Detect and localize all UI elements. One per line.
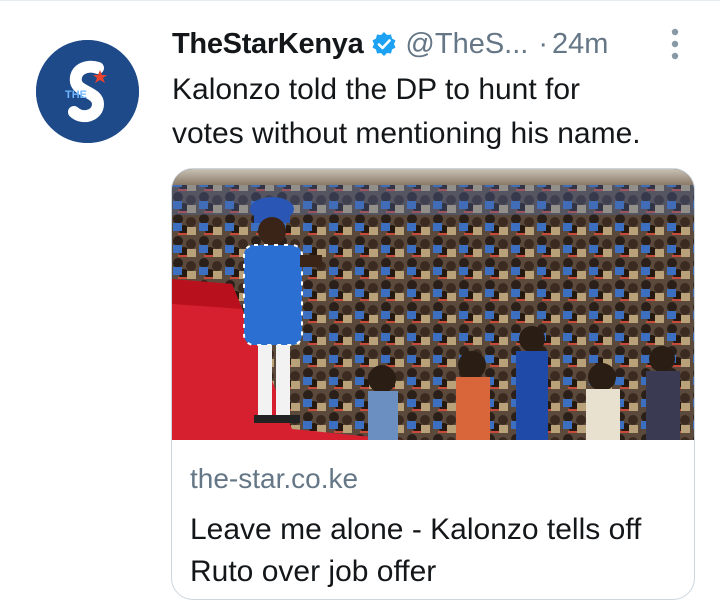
top-divider	[0, 0, 720, 1]
profile-avatar[interactable]: THE	[36, 40, 139, 143]
card-domain: the-star.co.ke	[190, 463, 359, 494]
tweet-text: Kalonzo told the DP to hunt for votes wi…	[172, 68, 702, 156]
more-vertical-icon[interactable]	[668, 26, 682, 62]
verified-badge-icon	[371, 31, 397, 57]
tweet-text-line-2: votes without mentioning his name.	[172, 117, 641, 150]
display-name[interactable]: TheStarKenya	[172, 28, 364, 61]
header-separator: ·	[538, 27, 549, 60]
rally-crowd-photo[interactable]	[172, 169, 694, 440]
svg-text:THE: THE	[65, 89, 87, 101]
tweet-header: TheStarKenya @TheS... · 24m	[172, 24, 608, 64]
tweet-timestamp[interactable]: 24m	[552, 28, 608, 61]
link-preview-card[interactable]: the-star.co.ke Leave me alone - Kalonzo …	[171, 168, 695, 600]
the-star-logo-icon: THE	[36, 40, 139, 143]
user-handle[interactable]: @TheS...	[405, 28, 528, 61]
tweet-text-line-1: Kalonzo told the DP to hunt for	[172, 73, 581, 106]
card-title[interactable]: Leave me alone - Kalonzo tells off Ruto …	[190, 509, 680, 593]
